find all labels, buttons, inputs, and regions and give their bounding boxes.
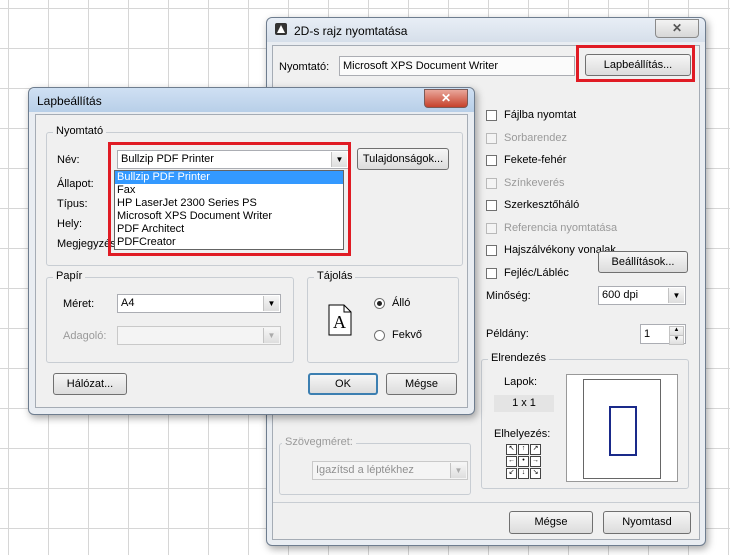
network-button[interactable]: Hálózat... xyxy=(53,373,127,395)
orientation-group-title: Tájolás xyxy=(314,270,356,282)
properties-button[interactable]: Tulajdonságok... xyxy=(357,148,449,170)
font-size-group-title: Szövegméret: xyxy=(282,436,356,448)
font-size-value: Igazítsd a léptékhez xyxy=(316,464,414,476)
placement-bottom-right-icon[interactable]: ↘ xyxy=(530,468,541,479)
copies-spinner[interactable]: 1 ▲ ▼ xyxy=(640,324,686,345)
pages-label: Lapok: xyxy=(504,376,538,388)
option-checkbox-label[interactable]: Referencia nyomtatása xyxy=(504,222,617,234)
option-checkbox-label[interactable]: Fájlba nyomtat xyxy=(504,109,576,121)
landscape-radio[interactable] xyxy=(374,330,385,341)
placement-top-left-icon[interactable]: ↖ xyxy=(506,444,517,455)
print-dialog-close-button[interactable]: ✕ xyxy=(655,19,699,38)
page-setup-titlebar[interactable]: Lapbeállítás ✕ xyxy=(29,88,474,112)
placement-top-icon[interactable]: ↑ xyxy=(518,444,529,455)
copies-value: 1 xyxy=(644,328,651,340)
button-bar-divider xyxy=(273,502,699,503)
option-checkbox[interactable] xyxy=(486,155,497,166)
layout-group-title: Elrendezés xyxy=(488,352,550,364)
placement-bottom-icon[interactable]: ↓ xyxy=(518,468,529,479)
option-checkbox[interactable] xyxy=(486,110,497,121)
type-label: Típus: xyxy=(57,198,88,210)
portrait-radio[interactable] xyxy=(374,298,385,309)
source-label: Adagoló: xyxy=(63,330,107,342)
print-area xyxy=(609,406,637,456)
page-setup-close-button[interactable]: ✕ xyxy=(424,89,468,108)
font-size-group: Szövegméret: Igazítsd a léptékhez ▼ xyxy=(279,436,471,495)
paper-source-dropdown[interactable]: ▼ xyxy=(117,326,281,345)
layout-group: Elrendezés Lapok: 1 x 1 Elhelyezés: ↖ ↑ … xyxy=(481,352,689,489)
chevron-down-icon[interactable]: ▼ xyxy=(450,463,466,478)
chevron-down-icon[interactable]: ▼ xyxy=(263,296,279,311)
pages-value: 1 x 1 xyxy=(494,395,554,412)
name-label: Név: xyxy=(57,154,80,166)
app-icon xyxy=(275,23,287,35)
print-button[interactable]: Nyomtasd xyxy=(603,511,691,534)
option-checkbox[interactable] xyxy=(486,267,497,279)
status-label: Állapot: xyxy=(57,178,94,190)
paper-size-dropdown[interactable]: A4 ▼ xyxy=(117,294,281,313)
placement-center-icon[interactable]: • xyxy=(518,456,529,467)
printer-label: Nyomtató: xyxy=(279,61,330,73)
placement-left-icon[interactable]: ← xyxy=(506,456,517,467)
font-size-dropdown[interactable]: Igazítsd a léptékhez ▼ xyxy=(312,461,468,480)
orientation-group: Tájolás A Álló Fekvő xyxy=(307,270,459,363)
option-checkbox-label[interactable]: Fekete-fehér xyxy=(504,154,566,166)
printer-group-title: Nyomtató xyxy=(53,125,107,137)
page-sheet xyxy=(583,379,661,479)
copies-label: Példány: xyxy=(486,328,529,340)
page-setup-title: Lapbeállítás xyxy=(37,94,102,108)
chevron-down-icon[interactable]: ▼ xyxy=(263,328,279,343)
chevron-down-icon[interactable]: ▼ xyxy=(668,288,684,303)
landscape-label[interactable]: Fekvő xyxy=(392,329,422,341)
option-checkbox-label[interactable]: Fejléc/Lábléc xyxy=(504,267,569,279)
page-setup-cancel-button[interactable]: Mégse xyxy=(386,373,457,395)
paper-group: Papír Méret: A4 ▼ Adagoló: ▼ xyxy=(46,270,294,363)
highlight-page-setup xyxy=(576,45,695,82)
paper-size-value: A4 xyxy=(121,297,135,309)
placement-right-icon[interactable]: → xyxy=(530,456,541,467)
highlight-printer-dropdown xyxy=(108,142,351,256)
quality-label: Minőség: xyxy=(486,290,531,302)
print-dialog-title: 2D-s rajz nyomtatása xyxy=(294,24,408,38)
option-checkbox-label[interactable]: Szerkesztőháló xyxy=(504,199,579,211)
portrait-label[interactable]: Álló xyxy=(392,297,410,309)
option-checkbox-label[interactable]: Sorbarendez xyxy=(504,132,567,144)
option-checkbox[interactable] xyxy=(486,132,497,144)
quality-value: 600 dpi xyxy=(602,289,639,301)
page-preview xyxy=(566,374,678,482)
orientation-glyph: A xyxy=(333,312,346,332)
location-label: Hely: xyxy=(57,218,83,230)
spin-down-icon[interactable]: ▼ xyxy=(669,335,684,345)
option-checkbox[interactable] xyxy=(486,177,497,189)
placement-grid[interactable]: ↖ ↑ ↗ ← • → ↙ ↓ ↘ xyxy=(506,444,542,480)
option-checkbox[interactable] xyxy=(486,245,497,256)
paper-group-title: Papír xyxy=(53,270,86,282)
size-label: Méret: xyxy=(63,298,95,310)
print-cancel-button[interactable]: Mégse xyxy=(509,511,593,534)
header-settings-button[interactable]: Beállítások... xyxy=(598,251,688,273)
placement-top-right-icon[interactable]: ↗ xyxy=(530,444,541,455)
orientation-page-icon: A xyxy=(328,304,352,336)
placement-bottom-left-icon[interactable]: ↙ xyxy=(506,468,517,479)
option-checkbox[interactable] xyxy=(486,222,497,234)
option-checkbox[interactable] xyxy=(486,200,497,211)
ok-button[interactable]: OK xyxy=(308,373,378,395)
printer-field[interactable]: Microsoft XPS Document Writer xyxy=(339,56,575,76)
option-checkbox-label[interactable]: Színkeverés xyxy=(504,177,565,189)
quality-dropdown[interactable]: 600 dpi ▼ xyxy=(598,286,686,305)
placement-label: Elhelyezés: xyxy=(494,428,551,440)
print-dialog-titlebar[interactable]: 2D-s rajz nyomtatása ✕ xyxy=(267,18,705,42)
